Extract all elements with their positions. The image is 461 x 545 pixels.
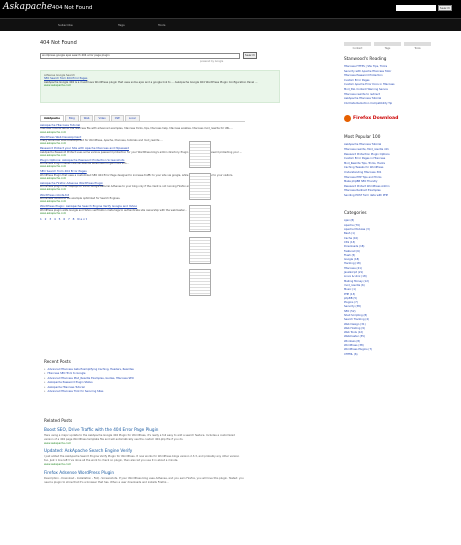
popular-link[interactable]: Sending POST form data with PHP (344, 194, 454, 199)
reading-link[interactable]: CGI Data Reduction Compatibility Tip (344, 102, 454, 107)
contact-icon[interactable]: Contact (344, 42, 371, 51)
tab-video[interactable]: Video (94, 115, 110, 121)
nav-item-subscribe[interactable]: Subscribe (58, 23, 73, 27)
reading-title: Stanwood's Reading (344, 56, 387, 61)
related-post-snippet: I just added the AskApache Search Engine… (44, 455, 240, 463)
result-item: Password Protect your Site with Apache h… (40, 146, 245, 157)
result-url: www.askapache.com (40, 153, 67, 157)
tags-icon[interactable]: Tags (374, 42, 401, 51)
related-post-title[interactable]: Boost SEO, Drive Traffic with the 404 Er… (44, 427, 244, 432)
search-input[interactable]: wordpress google ajax search 404 error p… (40, 52, 240, 59)
page-title: 404 Not Found (40, 40, 77, 46)
tab-cse[interactable]: CSE (110, 115, 124, 121)
result-snippet: WordPress Plugin that uses a customized … (40, 173, 234, 177)
tab-askapache[interactable]: AskApache (40, 115, 65, 121)
popular-list: AskApache Htaccess Tutorial Htaccess rew… (344, 143, 454, 198)
related-post: Firefox Adsense WordPress Plugin Descript… (44, 470, 244, 485)
result-url: www.askapache.com (40, 200, 67, 204)
result-thumbnail[interactable] (189, 205, 211, 232)
categories-title: Categories (344, 210, 367, 216)
firefox-label: Firefox Download (353, 115, 399, 121)
search-button[interactable]: Search (243, 52, 257, 59)
related-post-url: www.askapache.com (44, 462, 72, 466)
result-thumbnail[interactable] (189, 173, 211, 200)
tools-icon[interactable]: Tools (404, 42, 431, 51)
result-item: WordPress robots.txt WordPress robots.txt… (40, 193, 245, 204)
related-post-title[interactable]: Updated: AskApache Search Engine Verify (44, 448, 244, 453)
result-item: SEO Search from 404 Error Pages WordPress… (40, 169, 245, 180)
result-thumbnail[interactable] (189, 141, 211, 168)
related-post: Updated: AskApache Search Engine Verify I… (44, 448, 244, 466)
related-post: Boost SEO, Drive Traffic with the 404 Er… (44, 427, 244, 445)
related-post-title[interactable]: Firefox Adsense WordPress Plugin (44, 470, 244, 475)
result-pagination[interactable]: 1 2 3 4 5 6 7 8 Next (40, 217, 245, 221)
nav-item-tools[interactable]: Tools (158, 23, 165, 27)
result-url: www.askapache.com (40, 165, 67, 169)
reading-list: Htaccess HTTPS | SSL Tips, Tricks Securi… (344, 65, 454, 106)
header-search-button[interactable]: Search (438, 5, 452, 11)
result-url: www.askapache.com (40, 142, 67, 146)
result-item: WordPress Web Development Crazy Advanced … (40, 135, 245, 146)
result-snippet: AskApache Password Protect uses some var… (40, 150, 242, 154)
sidebar-icon-row: Contact Tags Tools (344, 40, 454, 56)
header-title: 404 Not Found (52, 5, 93, 11)
related-post-snippet: Here using a major update to the AskApac… (44, 434, 235, 441)
firefox-banner[interactable]: Firefox Download (344, 114, 454, 122)
firefox-icon (344, 114, 351, 122)
result-item: Plugin Options: AskApache Password Prote… (40, 158, 245, 169)
related-posts: Related Posts Boost SEO, Drive Traffic w… (44, 418, 244, 484)
header-search-input[interactable] (396, 5, 436, 11)
ad-url: www.askapache.com (44, 84, 72, 88)
related-post-url: www.askapache.com (44, 441, 72, 445)
site-logo[interactable]: Askapache (3, 2, 52, 12)
result-url: www.askapache.com (40, 130, 67, 134)
related-posts-title: Related Posts (44, 418, 73, 423)
tab-blog[interactable]: Blog (65, 115, 79, 121)
ad-snippet: AskApache Google 404 is a must have Word… (44, 80, 258, 84)
result-thumbnail[interactable] (189, 269, 211, 296)
result-item: AskApache Firefox Adsense WordPress Plug… (40, 181, 245, 192)
top-nav: Subscribe Tags Tools (0, 18, 461, 31)
search-results: AskApache Htaccess Tutorial Htaccess Tuto… (40, 121, 245, 221)
nav-item-tags[interactable]: Tags (118, 23, 125, 27)
recent-posts: Recent Posts Advanced Htaccess Gets Exem… (44, 359, 244, 394)
popular-title: Most Popular 100 (344, 134, 381, 140)
tab-local[interactable]: Local (124, 115, 140, 121)
related-post-snippet: Description - Download - Installation - … (44, 476, 244, 484)
result-snippet: Htaccess Tutorial about the htaccess fil… (40, 127, 233, 131)
result-thumbnail[interactable] (189, 237, 211, 264)
result-item: AskApache Htaccess Tutorial Htaccess Tuto… (40, 123, 245, 134)
sidebar: Contact Tags Tools Stanwood's Reading Ht… (344, 40, 454, 357)
result-url: www.askapache.com (40, 176, 67, 180)
result-thumbnails (189, 141, 213, 301)
result-url: www.askapache.com (40, 211, 67, 215)
search-bar: wordpress google ajax search 404 error p… (40, 52, 280, 59)
ad-result-box: AdSense Google Search SEO Search from 40… (40, 70, 280, 103)
site-header: Askapache 404 Not Found Search (0, 0, 461, 18)
powered-by-google: powered by Google (200, 60, 224, 63)
tab-web[interactable]: Web (79, 115, 94, 121)
result-url: www.askapache.com (40, 188, 67, 192)
recent-posts-title: Recent Posts (44, 359, 71, 364)
result-item: WordPress Plugin: AskApache Search Engin… (40, 204, 245, 215)
recent-post-link[interactable]: Advanced Htaccess Trick for Securing Sit… (44, 390, 244, 394)
category-link[interactable]: XHTML (6) (344, 353, 454, 357)
main-content: 404 Not Found wordpress google ajax sear… (40, 40, 280, 221)
categories-list: Ajax (8) Apache (79) Apache Modules (3) Bas… (344, 219, 454, 357)
